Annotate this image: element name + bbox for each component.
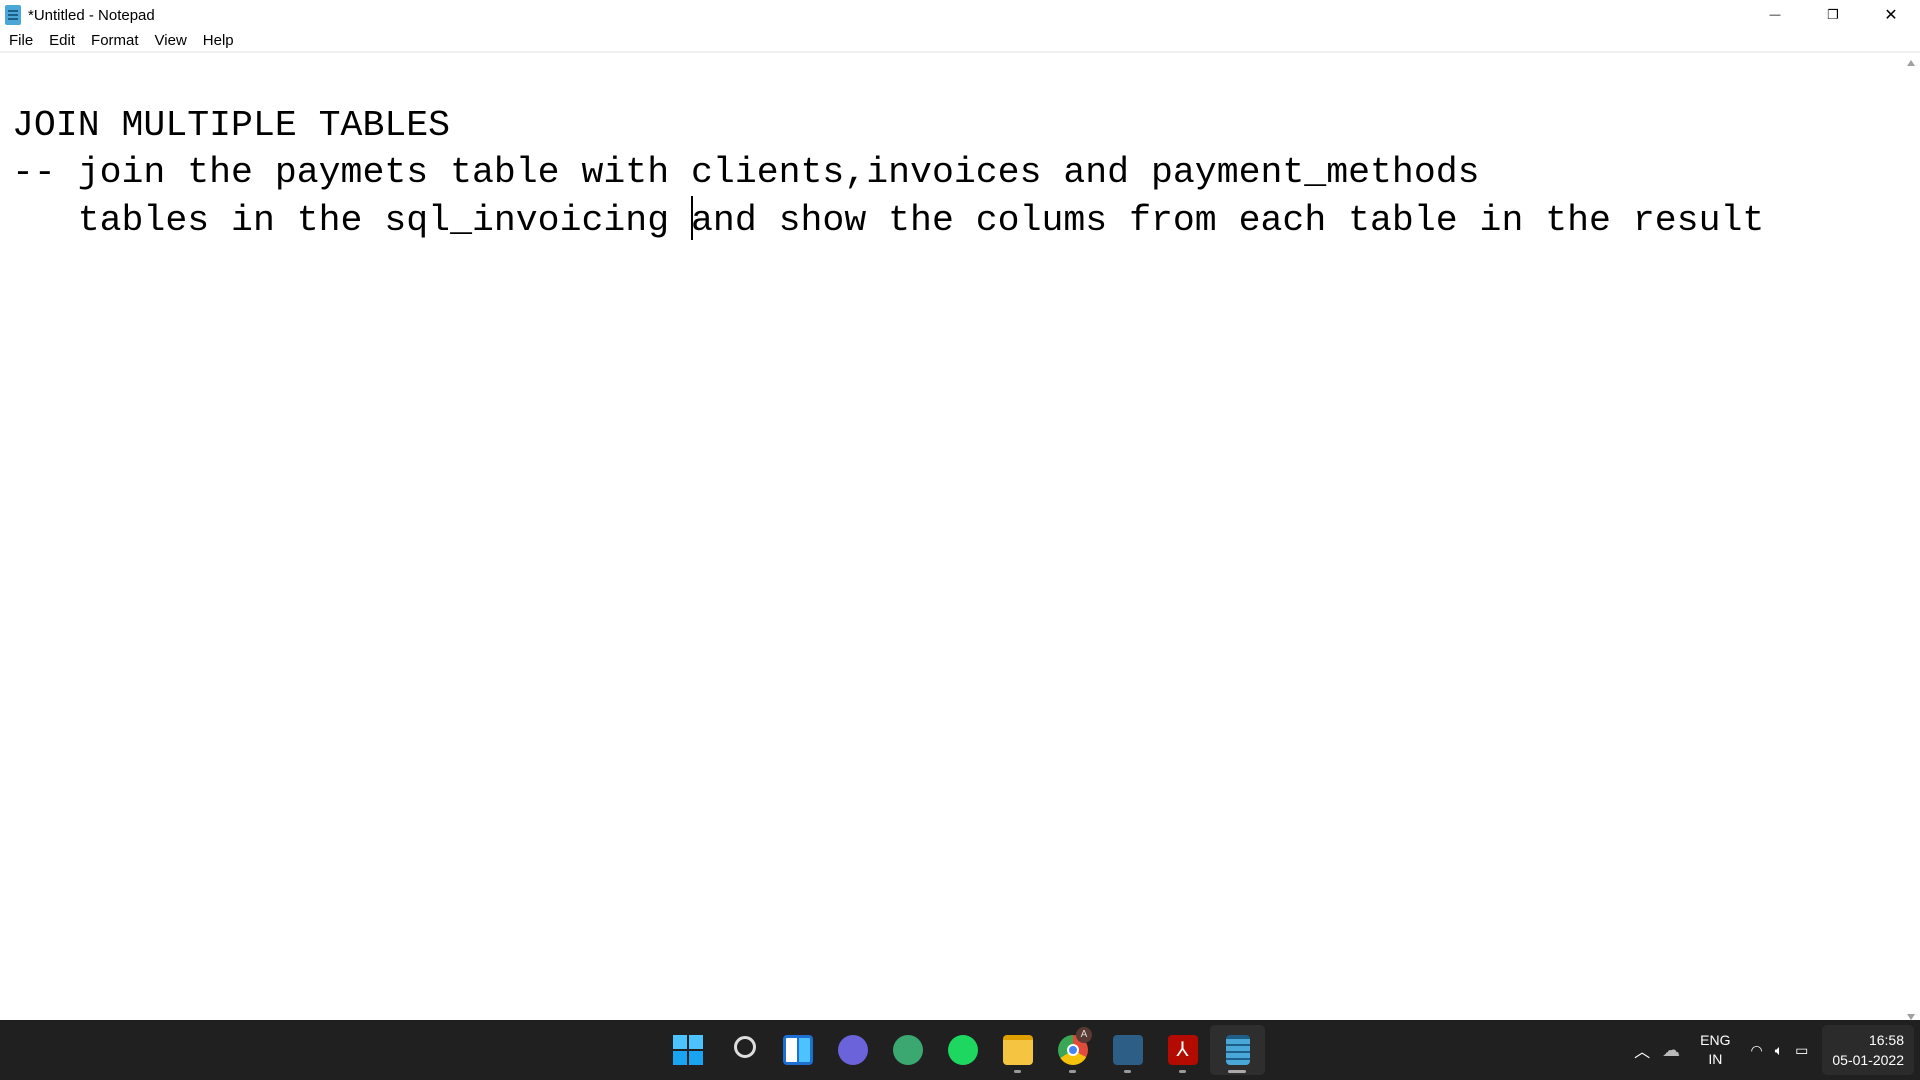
- close-button[interactable]: ✕: [1862, 0, 1920, 30]
- input-language[interactable]: ENG IN: [1700, 1031, 1730, 1069]
- system-tray: ︿ ☁ ENG IN ◠ 🔈︎ ▭ 16:58 05-01-2022: [1628, 1020, 1920, 1080]
- search-icon: [733, 1036, 756, 1058]
- editor-line: JOIN MULTIPLE TABLES: [12, 105, 451, 146]
- atom-icon: [892, 1035, 923, 1065]
- atom-button[interactable]: [880, 1025, 935, 1075]
- editor-line: -- join the paymets table with clients,i…: [12, 152, 1480, 193]
- onedrive-offline-icon[interactable]: ☁: [1662, 1040, 1680, 1061]
- vertical-scrollbar[interactable]: [1902, 54, 1920, 1020]
- battery-charging-icon[interactable]: ▭: [1795, 1042, 1808, 1059]
- file-explorer-button[interactable]: [990, 1025, 1045, 1075]
- clock[interactable]: 16:58 05-01-2022: [1822, 1025, 1914, 1075]
- windows-logo-icon: [672, 1035, 703, 1065]
- notepad-icon: [1225, 1035, 1250, 1065]
- notepad-icon: [5, 5, 21, 25]
- menu-file[interactable]: File: [0, 32, 41, 49]
- menu-help[interactable]: Help: [195, 32, 242, 49]
- acrobat-button[interactable]: ⅄: [1155, 1025, 1210, 1075]
- language-label: ENG: [1700, 1032, 1731, 1048]
- line-text: and show the colums from each table in t…: [691, 200, 1765, 241]
- scroll-up-arrow-icon[interactable]: [1907, 60, 1915, 66]
- acrobat-icon: ⅄: [1167, 1035, 1198, 1065]
- volume-icon[interactable]: 🔈︎: [1775, 1042, 1783, 1059]
- mysql-workbench-icon: [1112, 1035, 1143, 1065]
- wifi-icon[interactable]: ◠: [1751, 1042, 1763, 1059]
- taskbar: A ⅄ ︿ ☁ ENG IN ◠ 🔈︎ ▭ 16:58 05-01-2022: [0, 1020, 1920, 1080]
- widgets-button[interactable]: [770, 1025, 825, 1075]
- text-editor[interactable]: JOIN MULTIPLE TABLES -- join the paymets …: [0, 54, 1900, 1020]
- time-label: 16:58: [1868, 1032, 1904, 1048]
- editor-line: tables in the sql_invoicing and show the…: [12, 196, 1900, 244]
- spotify-icon: [947, 1035, 978, 1065]
- window-title: *Untitled - Notepad: [28, 6, 155, 24]
- teams-chat-icon: [837, 1035, 868, 1065]
- start-button[interactable]: [660, 1025, 715, 1075]
- date-label: 05-01-2022: [1832, 1052, 1904, 1068]
- menu-format[interactable]: Format: [83, 32, 147, 49]
- widgets-icon: [782, 1035, 813, 1065]
- title-bar: *Untitled - Notepad — ❐ ✕: [0, 0, 1920, 30]
- folder-icon: [1002, 1035, 1033, 1065]
- minimize-button[interactable]: —: [1746, 0, 1804, 30]
- menu-view[interactable]: View: [147, 32, 195, 49]
- chrome-button[interactable]: A: [1045, 1025, 1100, 1075]
- restore-button[interactable]: ❐: [1804, 0, 1862, 30]
- mysql-workbench-button[interactable]: [1100, 1025, 1155, 1075]
- search-button[interactable]: [715, 1025, 770, 1075]
- menu-bar: File Edit Format View Help: [0, 30, 1920, 53]
- line-text: tables in the sql_invoicing: [12, 200, 692, 241]
- profile-badge: A: [1076, 1027, 1092, 1043]
- region-label: IN: [1708, 1051, 1723, 1067]
- spotify-button[interactable]: [935, 1025, 990, 1075]
- notepad-taskbar-button[interactable]: [1210, 1025, 1265, 1075]
- menu-edit[interactable]: Edit: [41, 32, 83, 49]
- chat-button[interactable]: [825, 1025, 880, 1075]
- show-hidden-icons-chevron-icon[interactable]: ︿: [1634, 1038, 1650, 1062]
